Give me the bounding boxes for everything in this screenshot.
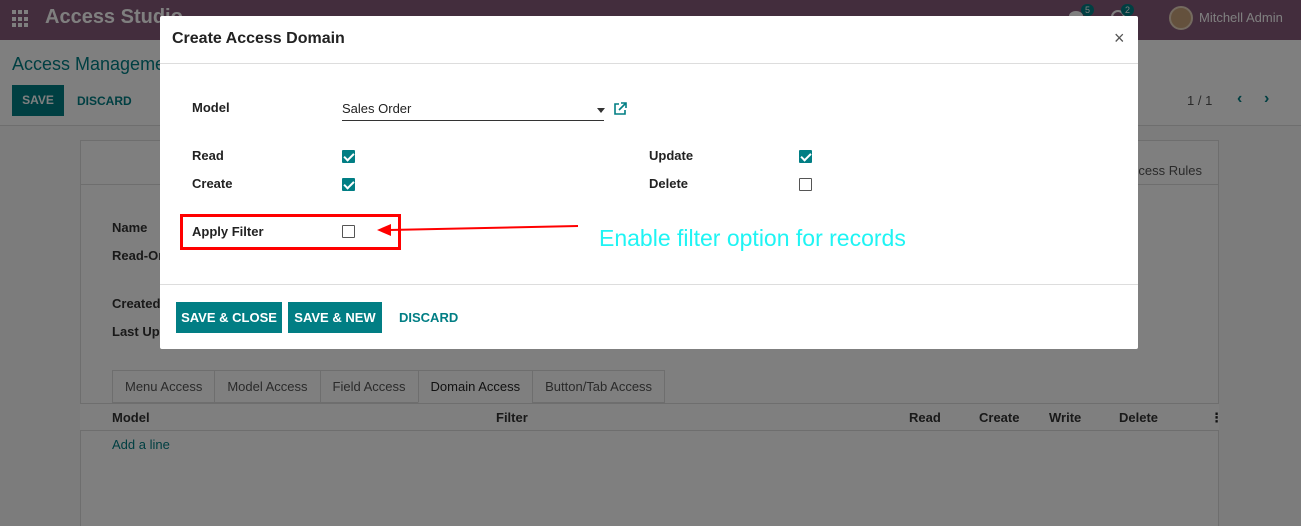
read-checkbox[interactable] [342,150,355,163]
model-label: Model [192,100,230,115]
apply-filter-label: Apply Filter [192,224,264,239]
annotation-arrow-icon [377,224,579,236]
delete-label: Delete [649,176,689,191]
model-select[interactable]: Sales Order [342,100,605,121]
external-link-icon[interactable] [613,101,628,116]
close-icon[interactable]: × [1114,28,1125,49]
model-select-value: Sales Order [342,101,412,116]
dialog-header-divider [160,63,1138,64]
dialog-footer-divider [160,284,1138,285]
create-label: Create [192,176,233,191]
create-checkbox[interactable] [342,178,355,191]
update-checkbox[interactable] [799,150,812,163]
create-access-domain-dialog: Create Access Domain × Model Sales Order… [160,16,1138,349]
chevron-down-icon[interactable] [597,108,605,113]
save-close-button[interactable]: SAVE & CLOSE [176,302,282,333]
update-label: Update [649,148,694,163]
dialog-discard-button[interactable]: DISCARD [399,310,458,325]
delete-checkbox[interactable] [799,178,812,191]
apply-filter-checkbox[interactable] [342,225,355,238]
annotation-text: Enable filter option for records [599,225,906,251]
save-new-button[interactable]: SAVE & NEW [288,302,382,333]
read-label: Read [192,148,224,163]
dialog-title: Create Access Domain [172,30,345,47]
